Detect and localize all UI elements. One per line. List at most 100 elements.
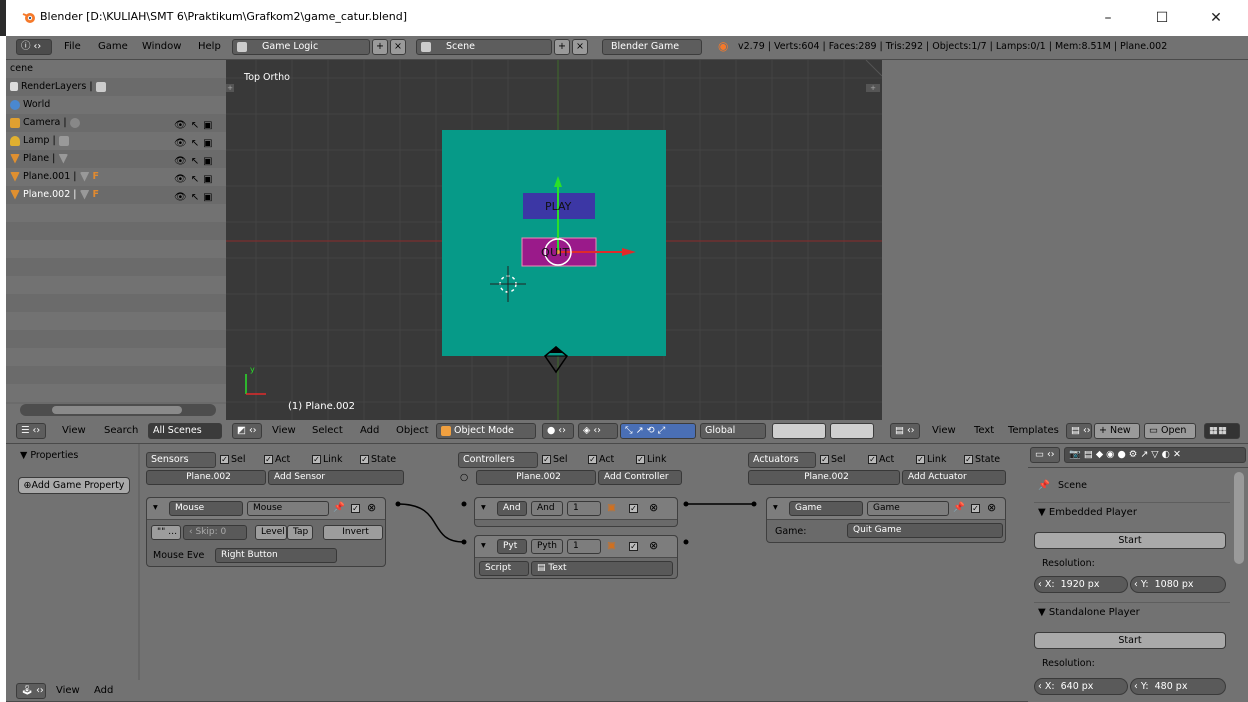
text-editor-area[interactable]: [882, 60, 1248, 420]
actuators-flag-link[interactable]: ✓ Link: [916, 454, 946, 465]
remove-controller-icon[interactable]: ⊗: [649, 539, 658, 552]
controller-name-field[interactable]: And: [531, 501, 563, 516]
embedded-start-button[interactable]: Start: [1034, 532, 1226, 549]
outliner-row-plane001[interactable]: Plane.001 | F 👁↖▣: [6, 168, 226, 186]
collapse-icon[interactable]: ▾: [481, 540, 486, 551]
add-actuator-select[interactable]: Add Actuator: [902, 470, 1006, 485]
maximize-button[interactable]: ☐: [1146, 6, 1178, 30]
close-button[interactable]: ✕: [1200, 6, 1232, 30]
collapse-icon[interactable]: ▾: [481, 502, 486, 513]
standalone-resolution-x[interactable]: ‹ X: 640 px: [1034, 678, 1128, 695]
actuator-active-checkbox[interactable]: ✓: [971, 503, 982, 514]
editor-type-properties-button[interactable]: ▭ ‹›: [1030, 447, 1060, 463]
text-menu-templates[interactable]: Templates: [1008, 425, 1059, 436]
embedded-player-header[interactable]: ▼ Embedded Player: [1034, 502, 1230, 522]
controllers-expand-icon[interactable]: ○: [460, 472, 468, 483]
add-controller-select[interactable]: Add Controller: [598, 470, 682, 485]
pin-icon[interactable]: 📌: [953, 502, 965, 513]
text-display-toggles[interactable]: ▦▦: [1204, 423, 1240, 439]
properties-scrollbar[interactable]: [1234, 472, 1244, 564]
properties-context-tabs[interactable]: 📷 ▤ ◆ ◉ ● ⚙ ↗ ▽ ◐ ✕: [1064, 447, 1246, 463]
outliner-row-lamp[interactable]: Lamp | 👁↖▣: [6, 132, 226, 150]
transform-manipulators[interactable]: ⤡ ↗ ⟲ ⤢: [620, 423, 696, 439]
menu-help[interactable]: Help: [198, 41, 221, 52]
remove-sensor-icon[interactable]: ⊗: [367, 501, 376, 514]
logic-menu-add[interactable]: Add: [94, 685, 113, 696]
add-scene-button[interactable]: +: [554, 39, 570, 55]
outliner-row-world[interactable]: World: [6, 96, 226, 114]
text-browse-button[interactable]: ▤ ‹›: [1066, 423, 1092, 439]
screen-layout-select[interactable]: Game Logic: [232, 39, 370, 55]
menu-game[interactable]: Game: [98, 41, 128, 52]
add-sensor-select[interactable]: Add Sensor: [268, 470, 404, 485]
remove-controller-icon[interactable]: ⊗: [649, 501, 658, 514]
viewport-shading-select[interactable]: ● ‹›: [542, 423, 574, 439]
menu-file[interactable]: File: [64, 41, 81, 52]
sensor-name-field[interactable]: Mouse: [247, 501, 329, 516]
outliner-row-plane002[interactable]: Plane.002 | F 👁↖▣: [6, 186, 226, 204]
sensors-flag-act[interactable]: ✓ Act: [264, 454, 290, 465]
outliner-filter-select[interactable]: All Scenes: [148, 423, 222, 439]
outliner-row-scene[interactable]: cene: [6, 60, 226, 78]
collapse-icon[interactable]: ▾: [153, 502, 158, 513]
standalone-resolution-y[interactable]: ‹ Y: 480 px: [1130, 678, 1226, 695]
sensor-type-select[interactable]: Mouse: [169, 501, 243, 516]
python-script-select[interactable]: ▤ Text: [531, 561, 673, 576]
menu-window[interactable]: Window: [142, 41, 181, 52]
controller-type-select[interactable]: Pyt: [497, 539, 527, 554]
collapse-icon[interactable]: ▾: [773, 502, 778, 513]
pin-icon[interactable]: 📌: [1038, 480, 1050, 491]
text-new-button[interactable]: + New: [1094, 423, 1140, 439]
text-menu-view[interactable]: View: [932, 425, 956, 436]
priority-icon[interactable]: ▣: [607, 540, 616, 551]
layers-grid-1[interactable]: [772, 423, 826, 439]
controllers-object-name[interactable]: Plane.002: [476, 470, 596, 485]
actuator-type-select[interactable]: Game: [789, 501, 863, 516]
text-open-button[interactable]: ▭ Open: [1144, 423, 1196, 439]
outliner-row-renderlayers[interactable]: RenderLayers |: [6, 78, 226, 96]
outliner-menu-search[interactable]: Search: [104, 425, 138, 436]
viewport-menu-object[interactable]: Object: [396, 425, 429, 436]
actuators-flag-act[interactable]: ✓ Act: [868, 454, 894, 465]
controllers-menu[interactable]: Controllers: [458, 452, 538, 468]
controller-type-select[interactable]: And: [497, 501, 527, 516]
render-engine-select[interactable]: Blender Game: [602, 39, 702, 55]
remove-actuator-icon[interactable]: ⊗: [987, 501, 996, 514]
pin-icon[interactable]: 📌: [333, 502, 345, 513]
sensors-object-name[interactable]: Plane.002: [146, 470, 266, 485]
controller-state-field[interactable]: 1: [567, 539, 601, 554]
sensors-flag-link[interactable]: ✓ Link: [312, 454, 342, 465]
logic-menu-view[interactable]: View: [56, 685, 80, 696]
outliner-row-camera[interactable]: Camera | 👁↖▣: [6, 114, 226, 132]
embedded-resolution-y[interactable]: ‹ Y: 1080 px: [1130, 576, 1226, 593]
editor-type-3dview-button[interactable]: ◩ ‹›: [232, 423, 262, 439]
scene-select[interactable]: Scene: [416, 39, 552, 55]
viewport-menu-add[interactable]: Add: [360, 425, 379, 436]
controller-name-field[interactable]: Pyth: [531, 539, 563, 554]
properties-section-title[interactable]: ▼ Properties: [20, 450, 78, 461]
controllers-flag-sel[interactable]: ✓ Sel: [542, 454, 568, 465]
mouse-event-select[interactable]: Right Button: [215, 548, 337, 563]
priority-icon[interactable]: ▣: [607, 502, 616, 513]
sensors-flag-sel[interactable]: ✓ Sel: [220, 454, 246, 465]
tap-toggle[interactable]: Tap: [287, 525, 313, 540]
controllers-flag-link[interactable]: ✓ Link: [636, 454, 666, 465]
editor-type-info-button[interactable]: ⓘ ‹›: [16, 39, 52, 55]
actuators-flag-state[interactable]: ✓ State: [964, 454, 1000, 465]
editor-type-logic-button[interactable]: 🕹 ‹›: [16, 683, 46, 699]
properties-toggle-icon[interactable]: +: [866, 84, 880, 92]
editor-type-text-button[interactable]: ▤ ‹›: [890, 423, 920, 439]
standalone-player-header[interactable]: ▼ Standalone Player: [1034, 602, 1230, 622]
actuator-name-field[interactable]: Game: [867, 501, 949, 516]
outliner-row-plane[interactable]: Plane | 👁↖▣: [6, 150, 226, 168]
text-menu-text[interactable]: Text: [974, 425, 994, 436]
actuators-object-name[interactable]: Plane.002: [748, 470, 900, 485]
invert-toggle[interactable]: Invert: [323, 525, 383, 540]
pivot-point-select[interactable]: ◈ ‹›: [578, 423, 618, 439]
3d-viewport[interactable]: y Top Ortho PLAY QUIT (1) Plane.002 + +: [226, 60, 882, 420]
minimize-button[interactable]: –: [1092, 6, 1124, 30]
actuators-flag-sel[interactable]: ✓ Sel: [820, 454, 846, 465]
embedded-resolution-x[interactable]: ‹ X: 1920 px: [1034, 576, 1128, 593]
python-mode-select[interactable]: Script: [479, 561, 529, 576]
controller-active-checkbox[interactable]: ✓: [629, 541, 640, 552]
